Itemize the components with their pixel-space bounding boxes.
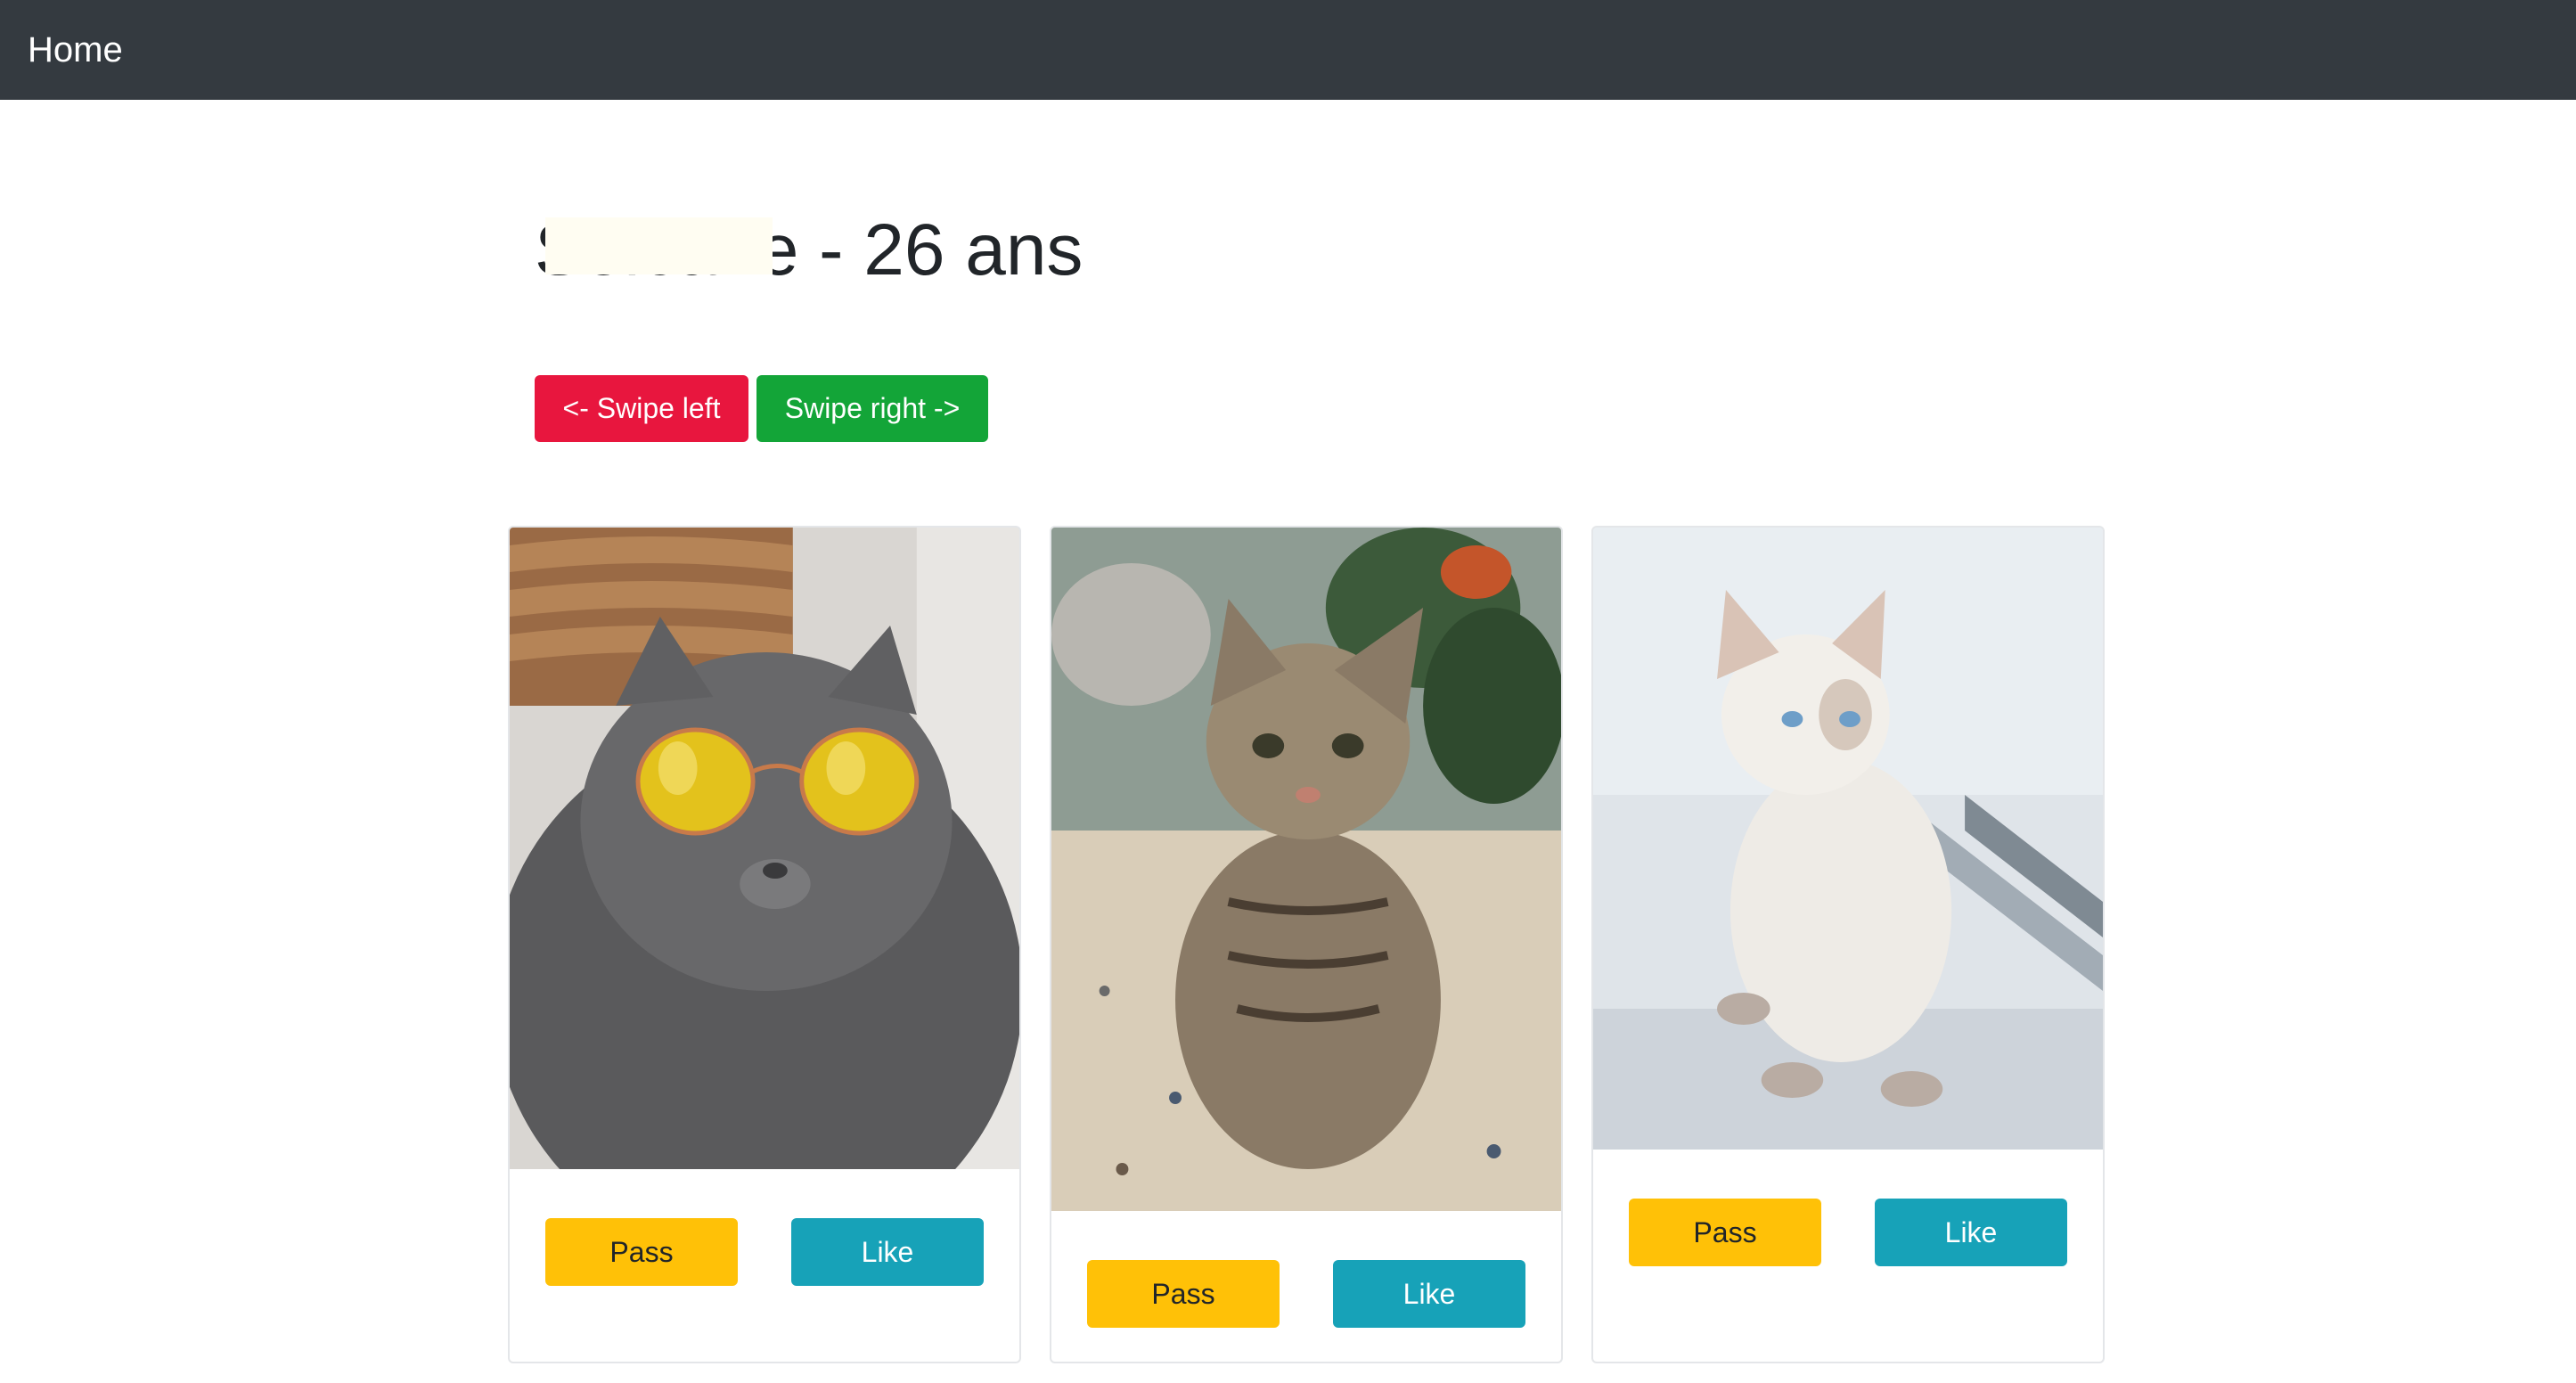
white-kitten-photo bbox=[1593, 528, 2103, 1150]
swipe-right-button[interactable]: Swipe right -> bbox=[756, 375, 988, 442]
pass-button[interactable]: Pass bbox=[1629, 1199, 1821, 1266]
top-navbar: Home bbox=[0, 0, 2576, 100]
profile-age: 26 ans bbox=[863, 209, 1084, 291]
title-separator: - bbox=[798, 209, 864, 291]
swipe-left-button[interactable]: <- Swipe left bbox=[535, 375, 748, 442]
profile-card-1: Pass Like bbox=[508, 526, 1021, 1363]
cat-with-sunglasses-photo bbox=[510, 528, 1019, 1169]
tabby-kitten-photo bbox=[1051, 528, 1561, 1211]
like-button[interactable]: Like bbox=[791, 1218, 984, 1286]
pass-button[interactable]: Pass bbox=[1087, 1260, 1280, 1328]
like-button[interactable]: Like bbox=[1333, 1260, 1525, 1328]
home-link[interactable]: Home bbox=[28, 27, 123, 73]
pass-button[interactable]: Pass bbox=[545, 1218, 738, 1286]
like-button[interactable]: Like bbox=[1875, 1199, 2067, 1266]
name-redaction bbox=[545, 217, 773, 274]
page-title: Solcane - 26 ans bbox=[535, 201, 1083, 299]
profile-card-2: Pass Like bbox=[1050, 526, 1563, 1363]
profile-name: Solcane bbox=[535, 201, 798, 299]
profile-card-3: Pass Like bbox=[1591, 526, 2105, 1363]
